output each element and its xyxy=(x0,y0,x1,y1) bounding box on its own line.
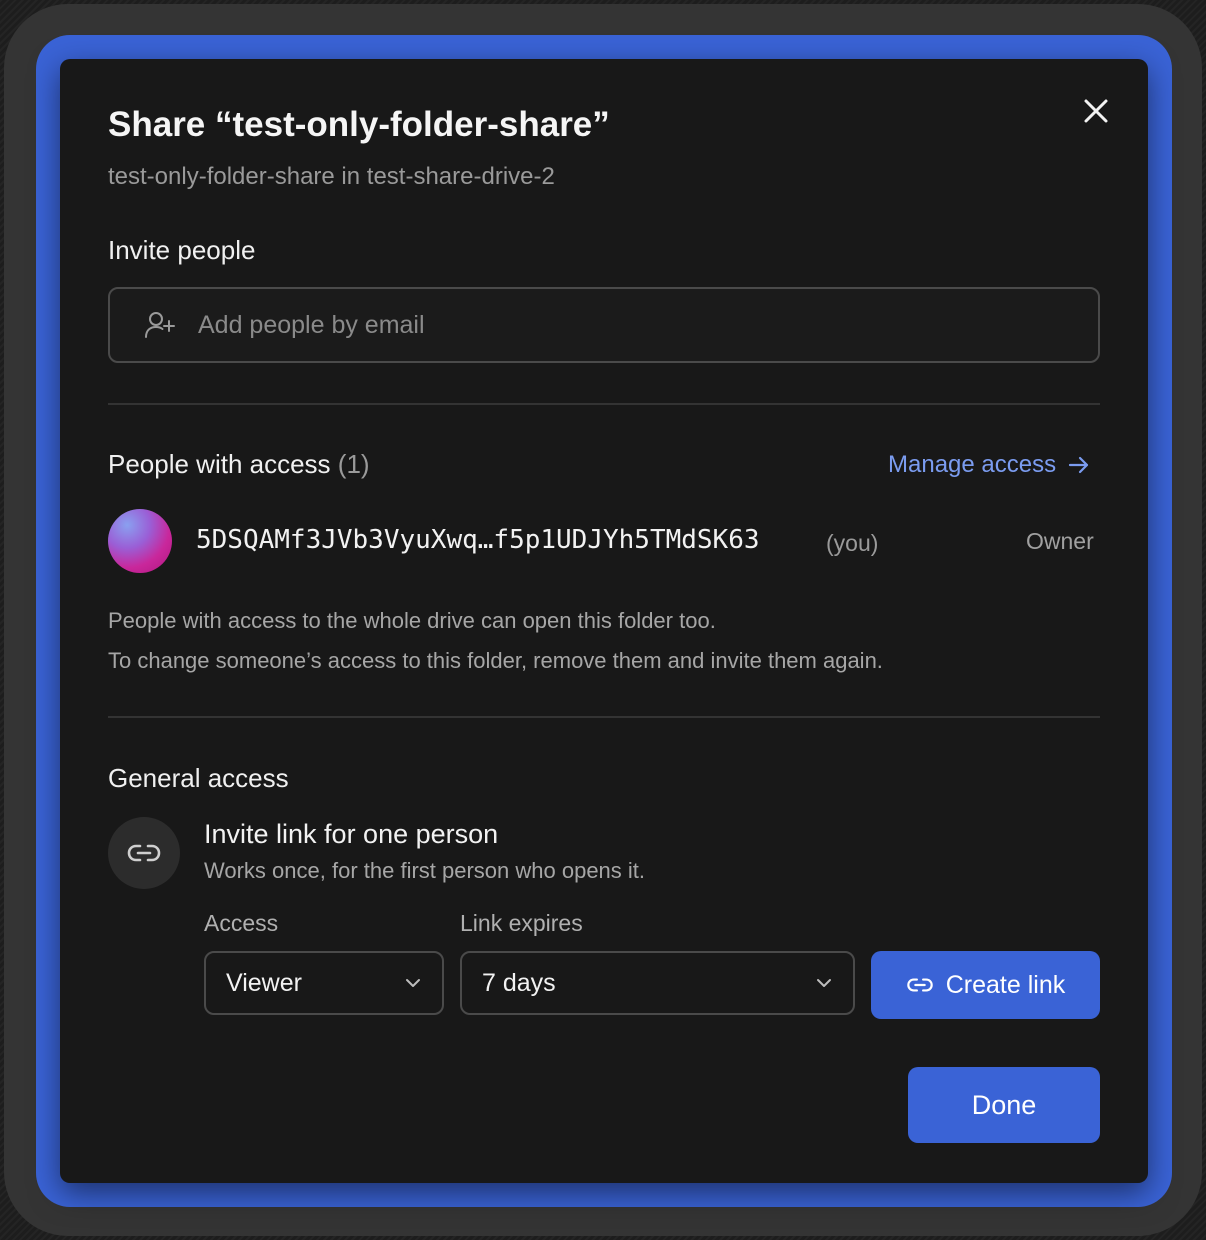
arrow-right-icon xyxy=(1068,456,1089,474)
people-with-access-heading: People with access (1) xyxy=(108,449,370,480)
people-count: (1) xyxy=(337,449,370,479)
link-expires-label: Link expires xyxy=(460,910,583,936)
create-link-button[interactable]: Create link xyxy=(871,951,1100,1019)
access-label: Access xyxy=(204,910,279,936)
done-label: Done xyxy=(971,1089,1037,1120)
chevron-down-icon xyxy=(404,974,422,992)
dialog-title: Share “test-only-folder-share” xyxy=(108,105,610,144)
access-select-value: Viewer xyxy=(226,968,302,997)
access-select[interactable]: Viewer xyxy=(204,951,444,1015)
email-field[interactable] xyxy=(198,289,1078,361)
section-divider xyxy=(108,403,1100,405)
invite-link-title: Invite link for one person xyxy=(204,819,499,849)
general-access-heading: General access xyxy=(108,763,289,793)
invite-link-description: Works once, for the first person who ope… xyxy=(204,858,646,883)
link-icon-badge xyxy=(108,817,180,889)
manage-access-label: Manage access xyxy=(888,451,1057,478)
member-role: Owner xyxy=(1026,528,1094,554)
section-divider xyxy=(108,716,1100,718)
share-dialog: Share “test-only-folder-share” test-only… xyxy=(60,59,1148,1183)
link-expires-select-value: 7 days xyxy=(482,968,556,997)
manage-access-link[interactable]: Manage access xyxy=(888,451,1090,479)
email-field-container[interactable] xyxy=(108,287,1100,363)
add-person-icon xyxy=(145,312,175,338)
change-access-note: To change someone’s access to this folde… xyxy=(108,648,883,673)
link-icon xyxy=(127,844,161,862)
drive-access-note: People with access to the whole drive ca… xyxy=(108,608,716,633)
done-button[interactable]: Done xyxy=(908,1067,1100,1143)
invite-people-heading: Invite people xyxy=(108,235,256,265)
people-with-access-label: People with access xyxy=(108,449,331,479)
chevron-down-icon xyxy=(815,974,833,992)
link-icon xyxy=(906,978,933,992)
close-icon xyxy=(1084,99,1108,123)
create-link-label: Create link xyxy=(945,970,1066,999)
dialog-subtitle: test-only-folder-share in test-share-dri… xyxy=(108,163,555,190)
you-tag: (you) xyxy=(826,530,879,556)
close-button[interactable] xyxy=(1076,91,1116,131)
link-expires-select[interactable]: 7 days xyxy=(460,951,855,1015)
avatar xyxy=(108,509,172,573)
member-id: 5DSQAMf3JVb3VyuXwq…f5p1UDJYh5TMdSK63 xyxy=(196,525,760,555)
